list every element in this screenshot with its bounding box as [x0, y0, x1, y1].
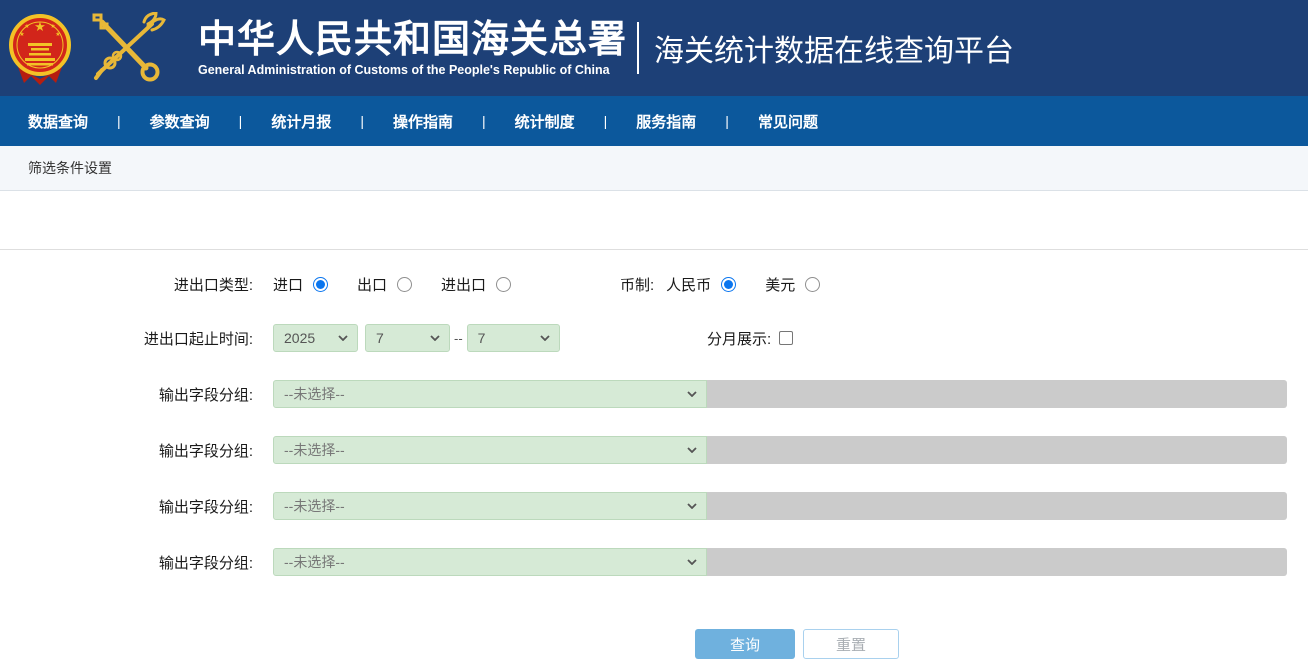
customs-logo-icon	[88, 12, 168, 84]
currency-label: 币制:	[620, 274, 654, 295]
radio-icon[interactable]	[313, 277, 328, 292]
radio-option-import[interactable]: 进口	[273, 274, 328, 295]
radio-option-label: 进口	[273, 274, 303, 295]
nav-item-param-query[interactable]: 参数查询	[150, 111, 210, 132]
radio-icon[interactable]	[721, 277, 736, 292]
output-group-value: --未选择--	[284, 496, 345, 516]
trade-type-label: 进出口类型:	[0, 274, 253, 295]
platform-title: 海关统计数据在线查询平台	[654, 26, 1014, 70]
start-month-select[interactable]: 7	[365, 324, 450, 352]
spacer	[0, 191, 1308, 249]
output-group-value: --未选择--	[284, 384, 345, 404]
main-nav: 数据查询 | 参数查询 | 统计月报 | 操作指南 | 统计制度 | 服务指南 …	[0, 96, 1308, 146]
start-year-select[interactable]: 2025	[273, 324, 358, 352]
chevron-down-icon	[540, 335, 550, 341]
radio-icon[interactable]	[805, 277, 820, 292]
nav-separator: |	[725, 113, 729, 129]
time-range-label: 进出口起止时间:	[0, 328, 253, 349]
output-group-controls: --未选择--	[273, 492, 1287, 520]
output-group-label: 输出字段分组:	[0, 552, 253, 573]
query-button[interactable]: 查询	[695, 629, 795, 659]
radio-option-export[interactable]: 出口	[357, 274, 412, 295]
org-title: 中华人民共和国海关总署	[198, 19, 627, 63]
chevron-down-icon	[687, 559, 697, 565]
nav-separator: |	[117, 113, 121, 129]
radio-option-label: 进出口	[441, 274, 486, 295]
output-group-detail-input-3	[707, 492, 1287, 520]
time-range-controls: 2025 7 -- 7	[273, 324, 560, 352]
national-emblem-icon: ★ ★ ★ ★ ★	[8, 9, 72, 87]
nav-item-service-guide[interactable]: 服务指南	[636, 111, 696, 132]
breadcrumb-bar: 筛选条件设置	[0, 146, 1308, 191]
radio-icon[interactable]	[397, 277, 412, 292]
output-group-select-4[interactable]: --未选择--	[273, 548, 707, 576]
reset-button[interactable]: 重置	[803, 629, 899, 659]
chevron-down-icon	[687, 391, 697, 397]
output-group-row: 输出字段分组: --未选择--	[0, 380, 1308, 408]
currency-group: 币制: 人民币 美元	[620, 274, 849, 295]
start-year-value: 2025	[284, 330, 315, 346]
range-separator: --	[454, 331, 463, 346]
nav-item-monthly-report[interactable]: 统计月报	[271, 111, 331, 132]
org-subtitle: General Administration of Customs of the…	[198, 63, 627, 77]
header-divider	[637, 22, 639, 74]
radio-icon[interactable]	[496, 277, 511, 292]
end-month-value: 7	[478, 330, 486, 346]
start-month-value: 7	[376, 330, 384, 346]
svg-text:★: ★	[19, 31, 24, 38]
chevron-down-icon	[687, 447, 697, 453]
chevron-down-icon	[338, 335, 348, 341]
svg-text:★: ★	[50, 23, 55, 30]
output-group-label: 输出字段分组:	[0, 440, 253, 461]
org-title-block: 中华人民共和国海关总署 General Administration of Cu…	[198, 19, 627, 78]
output-group-value: --未选择--	[284, 440, 345, 460]
end-month-select[interactable]: 7	[467, 324, 560, 352]
nav-item-statistics-system[interactable]: 统计制度	[515, 111, 575, 132]
monthly-display-checkbox[interactable]	[779, 331, 793, 345]
svg-text:★: ★	[55, 31, 60, 38]
radio-option-label: 美元	[765, 274, 795, 295]
filter-form: 进出口类型: 进口 出口 进出口 币制: 人民币 美元	[0, 249, 1308, 659]
nav-item-faq[interactable]: 常见问题	[758, 111, 818, 132]
trade-type-options: 进口 出口 进出口	[273, 274, 540, 295]
output-group-row: 输出字段分组: --未选择--	[0, 548, 1308, 576]
output-group-value: --未选择--	[284, 552, 345, 572]
output-group-controls: --未选择--	[273, 380, 1287, 408]
nav-separator: |	[604, 113, 608, 129]
time-range-row: 进出口起止时间: 2025 7 -- 7 分月展示:	[0, 324, 1308, 352]
radio-option-label: 人民币	[666, 274, 711, 295]
monthly-display-label: 分月展示:	[707, 328, 771, 349]
svg-text:★: ★	[24, 23, 29, 30]
output-group-controls: --未选择--	[273, 548, 1287, 576]
radio-option-label: 出口	[357, 274, 387, 295]
output-group-label: 输出字段分组:	[0, 384, 253, 405]
nav-separator: |	[239, 113, 243, 129]
output-group-select-1[interactable]: --未选择--	[273, 380, 707, 408]
output-group-controls: --未选择--	[273, 436, 1287, 464]
output-group-row: 输出字段分组: --未选择--	[0, 436, 1308, 464]
monthly-display-group: 分月展示:	[707, 328, 793, 349]
form-actions: 查询 重置	[695, 629, 1308, 659]
radio-option-rmb[interactable]: 人民币	[666, 274, 736, 295]
nav-separator: |	[482, 113, 486, 129]
output-group-label: 输出字段分组:	[0, 496, 253, 517]
nav-item-operation-guide[interactable]: 操作指南	[393, 111, 453, 132]
nav-separator: |	[360, 113, 364, 129]
trade-type-row: 进出口类型: 进口 出口 进出口 币制: 人民币 美元	[0, 270, 1308, 298]
page-title: 筛选条件设置	[28, 158, 112, 178]
output-group-detail-input-2	[707, 436, 1287, 464]
output-group-detail-input-4	[707, 548, 1287, 576]
header: ★ ★ ★ ★ ★ 中华人民共和国海关总署 General Administra…	[0, 0, 1308, 96]
radio-option-import-export[interactable]: 进出口	[441, 274, 511, 295]
chevron-down-icon	[430, 335, 440, 341]
output-group-row: 输出字段分组: --未选择--	[0, 492, 1308, 520]
radio-option-usd[interactable]: 美元	[765, 274, 820, 295]
output-group-detail-input-1	[707, 380, 1287, 408]
svg-text:★: ★	[34, 19, 46, 34]
output-group-select-3[interactable]: --未选择--	[273, 492, 707, 520]
chevron-down-icon	[687, 503, 697, 509]
nav-item-data-query[interactable]: 数据查询	[28, 111, 88, 132]
output-group-select-2[interactable]: --未选择--	[273, 436, 707, 464]
